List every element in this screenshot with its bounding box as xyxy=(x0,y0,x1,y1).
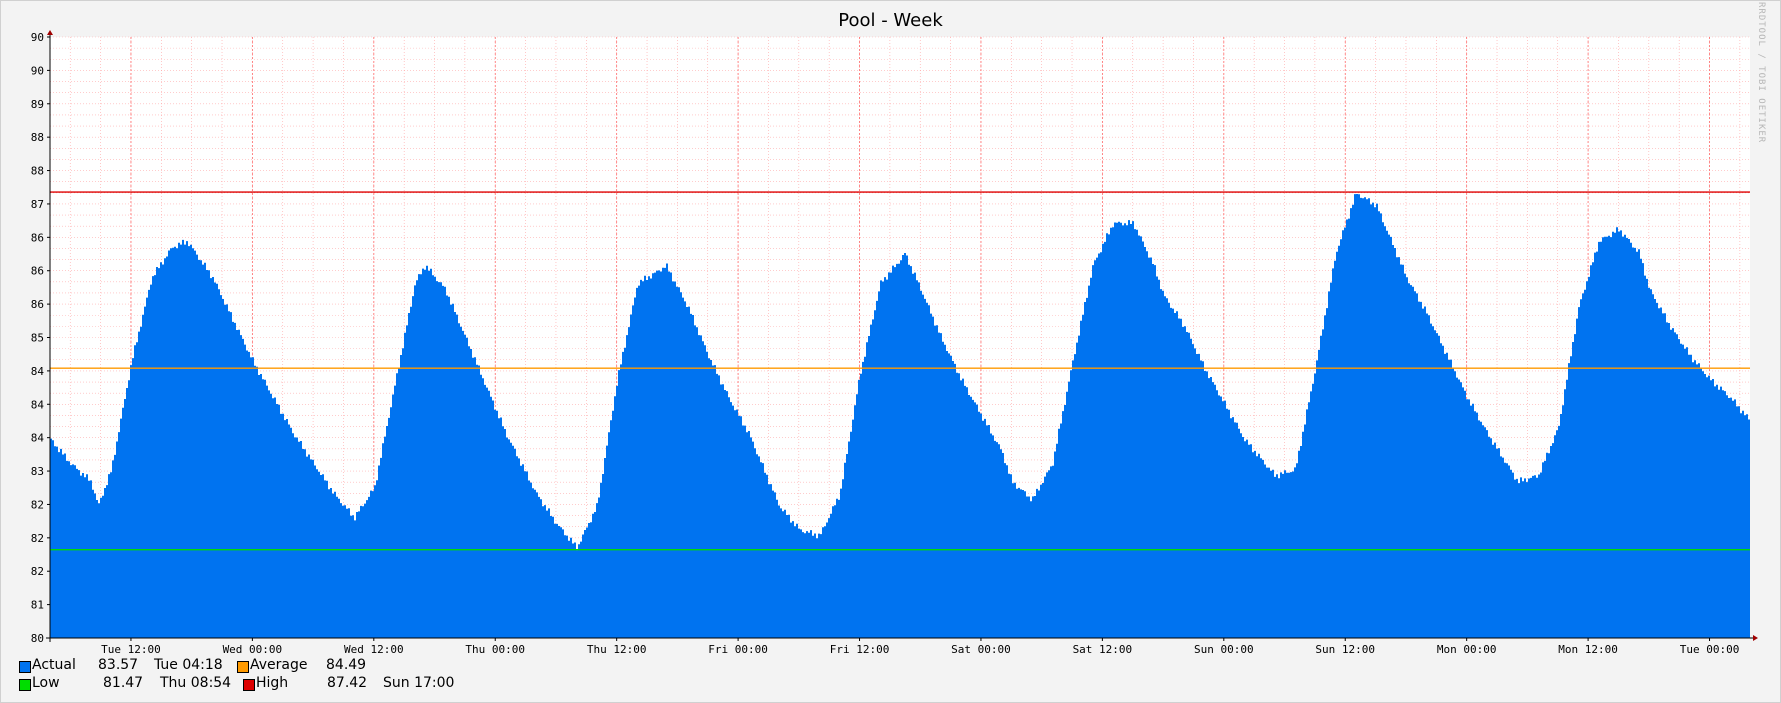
x-tick-label: Wed 12:00 xyxy=(344,643,404,656)
x-tick-label: Fri 12:00 xyxy=(830,643,890,656)
y-tick-label: 84 xyxy=(31,398,45,411)
legend-actual-value: 83.57 xyxy=(98,657,139,673)
x-tick-label: Tue 12:00 xyxy=(101,643,161,656)
y-tick-label: 86 xyxy=(31,298,44,311)
legend-high-swatch xyxy=(243,679,255,691)
legend-actual-swatch xyxy=(19,661,31,673)
y-tick-label: 88 xyxy=(31,165,44,178)
y-tick-label: 86 xyxy=(31,265,44,278)
legend-high-value: 87.42 xyxy=(327,675,368,691)
y-tick-label: 90 xyxy=(31,31,44,44)
x-tick-label: Fri 00:00 xyxy=(708,643,768,656)
x-tick-label: Sun 00:00 xyxy=(1194,643,1254,656)
y-tick-label: 80 xyxy=(31,632,44,645)
legend-high-time: Sun 17:00 xyxy=(383,675,455,691)
y-tick-label: 84 xyxy=(31,432,45,445)
x-tick-label: Tue 00:00 xyxy=(1680,643,1740,656)
y-axis-arrow xyxy=(47,30,53,35)
y-tick-label: 87 xyxy=(31,198,44,211)
legend-average-label: Average xyxy=(250,657,308,673)
legend-low-swatch xyxy=(19,679,31,691)
y-tick-label: 81 xyxy=(31,599,44,612)
legend-average-swatch xyxy=(237,661,249,673)
legend-low-time: Thu 08:54 xyxy=(160,675,232,691)
y-tick-label: 82 xyxy=(31,565,44,578)
y-tick-label: 86 xyxy=(31,231,44,244)
x-tick-label: Sun 12:00 xyxy=(1315,643,1375,656)
x-axis-arrow xyxy=(1753,635,1758,641)
legend-high-label: High xyxy=(256,675,289,691)
x-tick-label: Sat 00:00 xyxy=(951,643,1011,656)
legend-average-value: 84.49 xyxy=(326,657,367,673)
y-tick-label: 82 xyxy=(31,532,44,545)
y-tick-label: 82 xyxy=(31,498,44,511)
y-tick-label: 89 xyxy=(31,98,44,111)
x-tick-label: Mon 00:00 xyxy=(1437,643,1497,656)
x-tick-label: Mon 12:00 xyxy=(1558,643,1618,656)
x-tick-label: Wed 00:00 xyxy=(223,643,283,656)
y-tick-label: 85 xyxy=(31,332,44,345)
y-tick-label: 88 xyxy=(31,131,44,144)
y-tick-label: 90 xyxy=(31,64,44,77)
legend-low-value: 81.47 xyxy=(103,675,144,691)
y-tick-label: 83 xyxy=(31,465,44,478)
legend-actual-time: Tue 04:18 xyxy=(154,657,223,673)
y-tick-label: 84 xyxy=(31,365,45,378)
x-tick-label: Thu 00:00 xyxy=(465,643,525,656)
legend-actual-label: Actual xyxy=(32,657,76,673)
legend-low-label: Low xyxy=(32,675,60,691)
x-tick-label: Thu 12:00 xyxy=(587,643,647,656)
x-tick-label: Sat 12:00 xyxy=(1073,643,1133,656)
chart-svg: 80 81 82 82 82 83 84 84 84 85 86 86 86 87 88 88 89 90 90 Tu… xyxy=(31,30,1758,656)
